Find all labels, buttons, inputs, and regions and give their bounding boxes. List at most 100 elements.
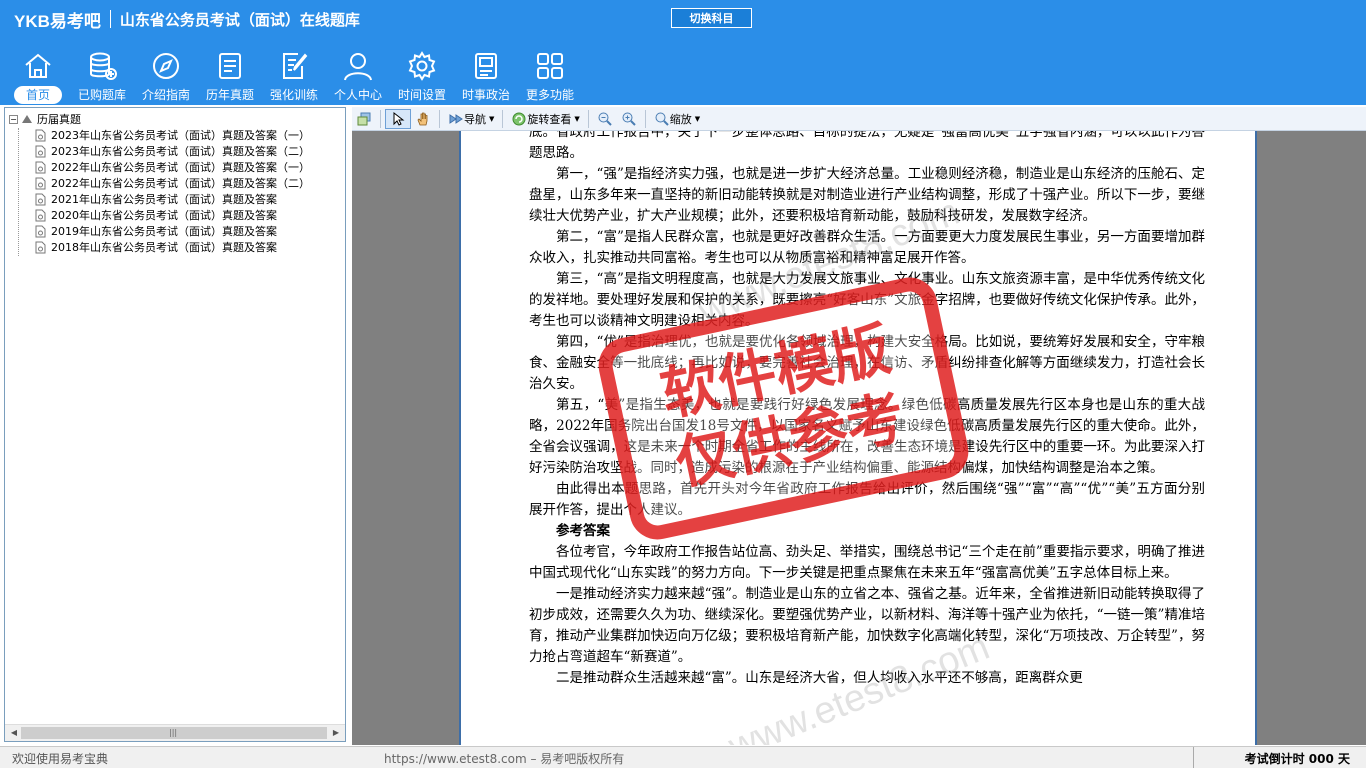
database-icon [90, 52, 117, 80]
nav-label: 时间设置 [397, 88, 446, 102]
rotate-view-label: 旋转查看 [527, 112, 572, 126]
scrollbar-thumb[interactable]: ||| [21, 727, 327, 739]
document-paragraph: 第一，“强”是指经济实力强，也就是进一步扩大经济总量。工业稳则经济稳，制造业是山… [529, 166, 1205, 224]
nav-item-purchased[interactable]: 已购题库 [70, 48, 134, 104]
zoom-label: 缩放 [669, 112, 692, 126]
zoom-out-button[interactable] [593, 109, 617, 129]
document-icon [35, 193, 46, 205]
tree-item-label: 2023年山东省公务员考试（面试）真题及答案（二） [51, 145, 310, 158]
scroll-right-icon[interactable]: ▶ [330, 727, 342, 739]
app-header: YKB易考吧 山东省公务员考试（面试）在线题库 切换科目 首页 已购题库 介绍指… [0, 0, 1366, 105]
status-divider [1193, 747, 1194, 768]
dropdown-caret-icon: ▼ [574, 114, 580, 123]
document-icon [35, 129, 46, 141]
document-viewer[interactable]: 底。省政府工作报告中，关于下一步整体思路、目标的提法，无疑是“强富高优美”五字强… [352, 131, 1366, 745]
tree-root[interactable]: − 历届真题 [9, 111, 310, 127]
document-icon [35, 241, 46, 253]
home-icon [25, 53, 51, 78]
nav-label: 更多功能 [525, 88, 574, 102]
status-bar: 欢迎使用易考宝典 https://www.etest8.com – 易考吧版权所… [0, 746, 1366, 768]
horizontal-scrollbar[interactable]: ◀ ||| ▶ [5, 724, 345, 741]
tree-item-label: 2023年山东省公务员考试（面试）真题及答案（一） [51, 129, 310, 142]
tree-item-label: 2019年山东省公务员考试（面试）真题及答案 [51, 225, 277, 238]
tree-item[interactable]: 2020年山东省公务员考试（面试）真题及答案 [9, 207, 310, 223]
tree-item-label: 2021年山东省公务员考试（面试）真题及答案 [51, 193, 277, 206]
nav-item-guide[interactable]: 介绍指南 [134, 48, 198, 104]
tree-item[interactable]: 2018年山东省公务员考试（面试）真题及答案 [9, 239, 310, 255]
exam-tree-panel: − 历届真题 2023年山东省公务员考试（面试）真题及答案（一） 2023年山东… [4, 107, 346, 742]
zoom-dropdown[interactable]: 缩放 ▼ [650, 109, 704, 129]
list-doc-icon [219, 53, 241, 79]
document-icon [35, 225, 46, 237]
page-thumbnail-button[interactable] [352, 109, 376, 129]
document-icon [35, 161, 46, 173]
nav-label: 个人中心 [333, 88, 382, 102]
toolbar-separator [502, 109, 504, 128]
nav-item-home[interactable]: 首页 [6, 48, 70, 104]
tree-item-label: 2022年山东省公务员考试（面试）真题及答案（二） [51, 177, 310, 190]
document-page: 底。省政府工作报告中，关于下一步整体思路、目标的提法，无疑是“强富高优美”五字强… [459, 131, 1257, 745]
app-logo: YKB易考吧 [14, 11, 101, 31]
nav-label: 介绍指南 [141, 88, 190, 102]
nav-label: 首页 [13, 86, 62, 104]
gear-icon [408, 51, 436, 81]
grid-icon [537, 53, 563, 79]
answer-heading: 参考答案 [556, 523, 610, 539]
nav-item-time-settings[interactable]: 时间设置 [390, 48, 454, 104]
navigate-icon [449, 113, 463, 124]
zoom-in-icon [622, 112, 636, 126]
rotate-icon [512, 112, 526, 125]
welcome-text: 欢迎使用易考宝典 [12, 752, 109, 766]
tree-item-label: 2018年山东省公务员考试（面试）真题及答案 [51, 241, 277, 254]
document-icon [35, 177, 46, 189]
nav-item-past-exams[interactable]: 历年真题 [198, 48, 262, 104]
toolbar-separator [644, 109, 646, 128]
nav-item-current-affairs[interactable]: 时事政治 [454, 48, 518, 104]
nav-item-profile[interactable]: 个人中心 [326, 48, 390, 104]
document-paragraph: 底。省政府工作报告中，关于下一步整体思路、目标的提法，无疑是“强富高优美”五字强… [529, 131, 1205, 161]
document-paragraph: 各位考官，今年政府工作报告站位高、劲头足、举措实，围绕总书记“三个走在前”重要指… [529, 544, 1205, 581]
nav-label: 强化训练 [269, 88, 318, 102]
toolbar-separator [587, 109, 589, 128]
toolbar-separator [439, 109, 440, 128]
collapse-icon[interactable]: − [9, 114, 18, 124]
tree-item[interactable]: 2019年山东省公务员考试（面试）真题及答案 [9, 223, 310, 239]
rotate-view-dropdown[interactable]: 旋转查看 ▼ [507, 109, 583, 129]
nav-label: 时事政治 [461, 88, 510, 102]
app-title: 山东省公务员考试（面试）在线题库 [119, 10, 360, 29]
compass-icon [153, 53, 179, 79]
tree-item[interactable]: 2023年山东省公务员考试（面试）真题及答案（一） [9, 127, 310, 143]
dropdown-caret-icon: ▼ [694, 114, 701, 123]
exam-tree: − 历届真题 2023年山东省公务员考试（面试）真题及答案（一） 2023年山东… [9, 111, 310, 256]
switch-subject-button[interactable]: 切换科目 [671, 8, 752, 28]
nav-item-training[interactable]: 强化训练 [262, 48, 326, 104]
zoom-in-button[interactable] [617, 109, 641, 129]
tree-item[interactable]: 2022年山东省公务员考试（面试）真题及答案（二） [9, 175, 310, 191]
tree-item[interactable]: 2021年山东省公务员考试（面试）真题及答案 [9, 191, 310, 207]
dropdown-caret-icon: ▼ [489, 114, 495, 123]
hand-icon [417, 112, 428, 125]
main-nav: 首页 已购题库 介绍指南 历年真题 强化训练 个人中心 时间设置 时事政治 更多… [6, 48, 582, 104]
folder-triangle-icon [22, 115, 32, 123]
book-icon [475, 53, 497, 79]
zoom-out-icon [598, 112, 612, 126]
tree-item-label: 2022年山东省公务员考试（面试）真题及答案（一） [51, 161, 310, 174]
navigation-dropdown[interactable]: 导航 ▼ [444, 109, 498, 129]
user-icon [344, 53, 372, 81]
tree-item-label: 2020年山东省公务员考试（面试）真题及答案 [51, 209, 277, 222]
hand-tool-button[interactable] [411, 109, 435, 129]
magnifier-icon [655, 112, 669, 126]
grip-icon: ||| [169, 728, 178, 737]
scroll-left-icon[interactable]: ◀ [8, 727, 20, 739]
nav-item-more[interactable]: 更多功能 [518, 48, 582, 104]
viewer-toolbar: 导航 ▼ 旋转查看 ▼ 缩放 ▼ [352, 107, 1366, 131]
nav-label: 历年真题 [205, 88, 254, 102]
tree-item[interactable]: 2023年山东省公务员考试（面试）真题及答案（二） [9, 143, 310, 159]
title-row: YKB易考吧 山东省公务员考试（面试）在线题库 [14, 6, 360, 32]
exam-countdown: 考试倒计时 000 天 [1244, 752, 1350, 766]
toolbar-separator [380, 109, 381, 128]
tree-item[interactable]: 2022年山东省公务员考试（面试）真题及答案（一） [9, 159, 310, 175]
select-tool-button[interactable] [385, 108, 411, 129]
cursor-arrow-icon [393, 111, 405, 126]
edit-doc-icon [283, 53, 308, 79]
